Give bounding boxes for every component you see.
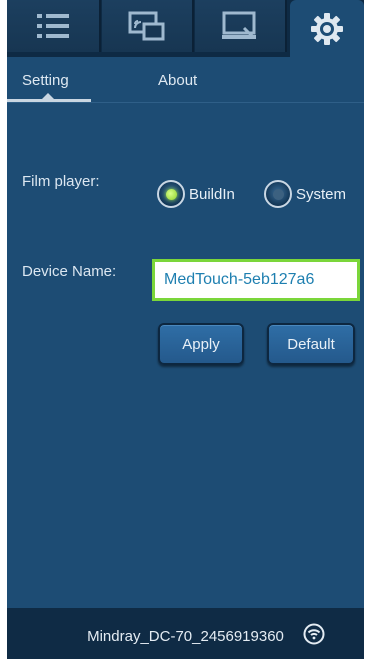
list-icon bbox=[37, 14, 69, 38]
radio-system[interactable]: System bbox=[264, 178, 346, 210]
subtab-divider bbox=[7, 102, 364, 103]
cast-screen-icon bbox=[128, 11, 165, 41]
radio-system-label: System bbox=[296, 185, 347, 203]
gear-icon bbox=[311, 12, 343, 45]
tab-about[interactable]: About bbox=[158, 72, 228, 106]
active-tab-caret bbox=[41, 93, 55, 100]
wifi-icon[interactable] bbox=[303, 623, 325, 645]
status-bar: Mindray_DC-70_2456919360 bbox=[7, 608, 364, 659]
default-button[interactable]: Default bbox=[267, 323, 355, 365]
top-tab-bar bbox=[7, 0, 364, 57]
apply-button[interactable]: Apply bbox=[158, 323, 244, 365]
film-player-label: Film player: bbox=[22, 173, 100, 190]
radio-selected-icon bbox=[157, 180, 185, 208]
radio-buildin[interactable]: BuildIn bbox=[157, 178, 235, 210]
monitor-icon bbox=[222, 11, 256, 39]
tab-settings[interactable] bbox=[290, 0, 364, 57]
radio-unselected-icon bbox=[264, 180, 292, 208]
tab-display[interactable] bbox=[195, 0, 287, 52]
app-window: Setting About Film player: BuildIn Syste… bbox=[7, 0, 364, 659]
device-name-field[interactable]: MedTouch-5eb127a6 bbox=[152, 259, 360, 301]
tab-list[interactable] bbox=[7, 0, 101, 52]
radio-buildin-label: BuildIn bbox=[189, 185, 235, 203]
tab-cast[interactable] bbox=[102, 0, 194, 52]
device-name-label: Device Name: bbox=[22, 263, 117, 280]
